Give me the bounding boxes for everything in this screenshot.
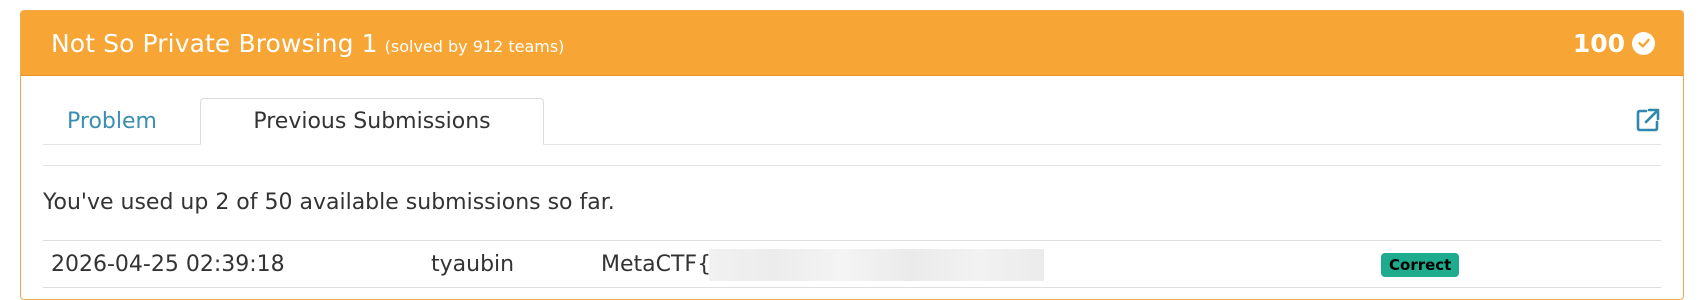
challenge-panel: Not So Private Browsing 1 (solved by 912…	[20, 10, 1684, 300]
tab-previous-submissions[interactable]: Previous Submissions	[200, 98, 544, 145]
check-circle-icon	[1632, 31, 1655, 55]
submission-user: tyaubin	[431, 240, 601, 288]
redaction-block	[709, 249, 1044, 281]
submission-timestamp: 2026-04-25 02:39:18	[43, 240, 431, 288]
submission-status-cell: Correct	[1381, 240, 1661, 288]
status-badge: Correct	[1381, 253, 1460, 277]
submission-flag: MetaCTF{	[601, 251, 712, 277]
panel-body: Problem Previous Submissions You've used…	[21, 98, 1683, 288]
tab-bar: Problem Previous Submissions	[43, 98, 1661, 166]
external-link-icon[interactable]	[1635, 107, 1661, 133]
challenge-title: Not So Private Browsing 1	[51, 28, 378, 58]
submission-usage-text: You've used up 2 of 50 available submiss…	[43, 190, 615, 215]
table-row: 2026-04-25 02:39:18 tyaubin MetaCTF{ Cor…	[43, 240, 1661, 288]
submission-flag-cell: MetaCTF{	[601, 240, 1381, 288]
submissions-table: 2026-04-25 02:39:18 tyaubin MetaCTF{ Cor…	[43, 240, 1661, 288]
challenge-points: 100	[1572, 28, 1625, 58]
solved-count: (solved by 912 teams)	[384, 36, 565, 56]
tab-problem[interactable]: Problem	[43, 98, 181, 144]
challenge-header: Not So Private Browsing 1 (solved by 912…	[21, 11, 1683, 76]
points-wrap: 100	[1573, 29, 1655, 58]
title-wrap: Not So Private Browsing 1 (solved by 912…	[51, 29, 564, 58]
